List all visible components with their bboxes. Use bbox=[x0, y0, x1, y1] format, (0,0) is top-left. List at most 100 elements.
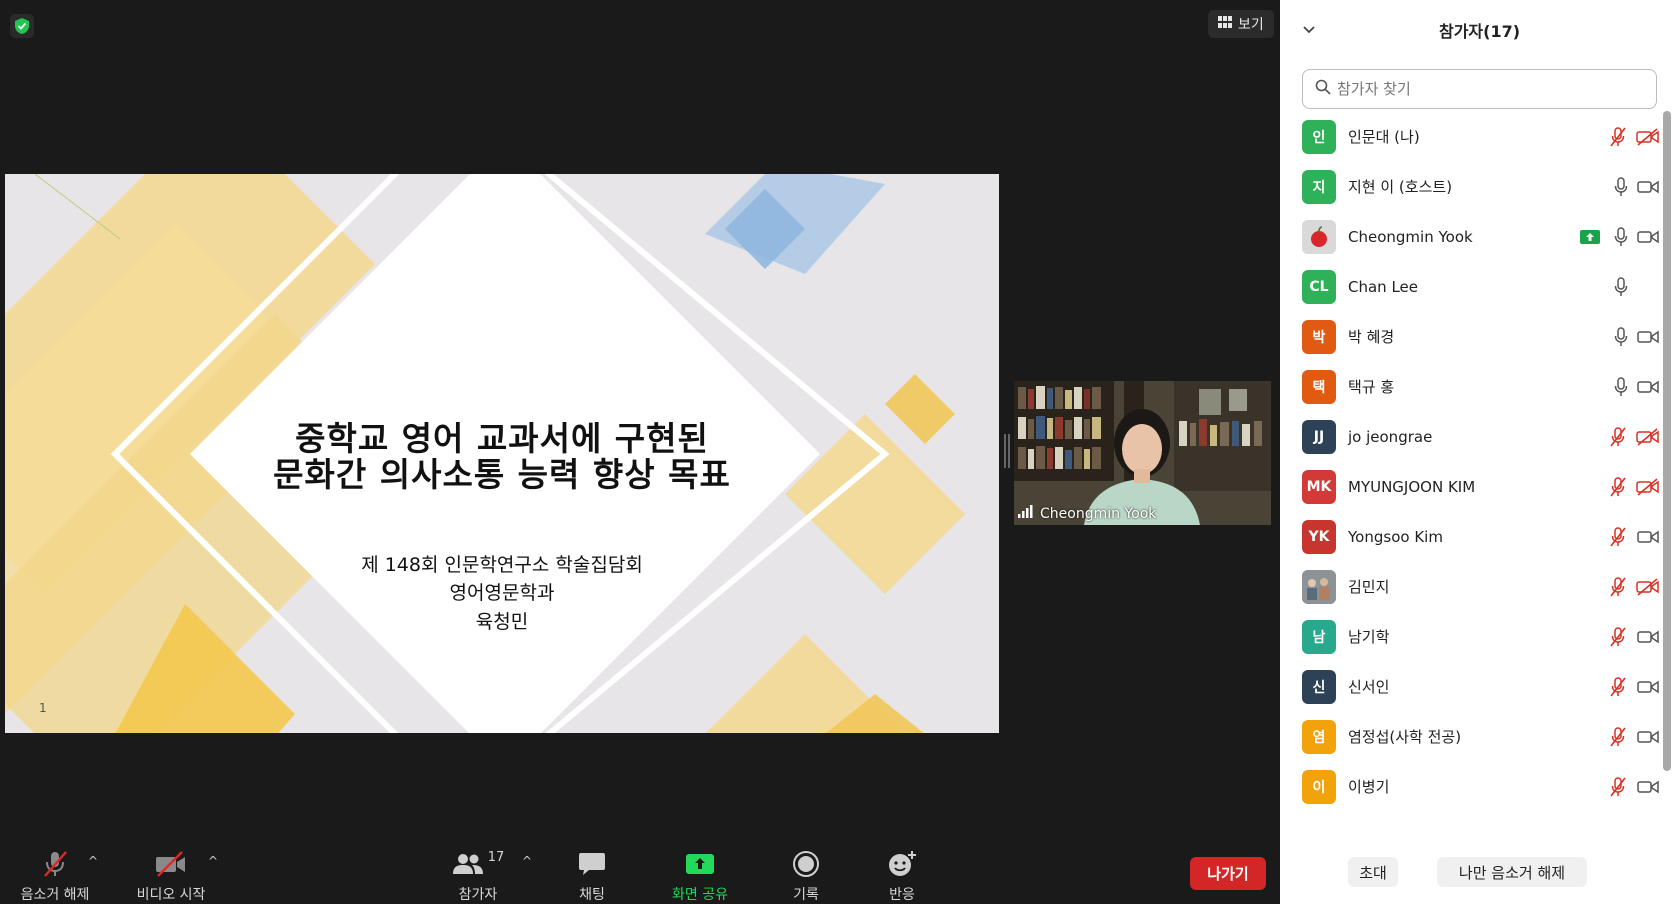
participant-list: 인 인문대 (나) 지 지현 이 (호스트) Cheongmin Yook CL Chan … bbox=[1280, 111, 1670, 835]
chat-button[interactable]: 채팅 bbox=[570, 836, 614, 904]
panel-title: 참가자(17) bbox=[1438, 22, 1521, 41]
participant-row[interactable]: 이 이병기 bbox=[1280, 761, 1670, 812]
participant-row[interactable]: 택 택규 홍 bbox=[1280, 361, 1670, 412]
camera-icon[interactable] bbox=[1636, 629, 1660, 645]
mic-icon[interactable] bbox=[1614, 326, 1628, 347]
mic-icon[interactable] bbox=[1614, 176, 1628, 197]
camera-off-icon[interactable] bbox=[1636, 477, 1660, 496]
participant-status-icons bbox=[1614, 176, 1660, 197]
mic-muted-icon[interactable] bbox=[1608, 626, 1628, 647]
camera-icon[interactable] bbox=[1636, 179, 1660, 195]
camera-icon[interactable] bbox=[1636, 329, 1660, 345]
participant-status-icons bbox=[1608, 626, 1660, 647]
camera-icon[interactable] bbox=[1636, 679, 1660, 695]
participant-search-input[interactable] bbox=[1337, 80, 1637, 98]
mic-muted-icon[interactable] bbox=[1608, 426, 1628, 447]
video-options-caret-icon[interactable]: ^ bbox=[208, 854, 218, 868]
participant-name: 염정섭(사학 전공) bbox=[1348, 728, 1462, 746]
reactions-button[interactable]: 반응 bbox=[880, 836, 924, 904]
avatar: YK bbox=[1302, 519, 1336, 554]
slide-page-number: 1 bbox=[39, 701, 47, 715]
avatar: 택 bbox=[1302, 369, 1336, 404]
camera-icon[interactable] bbox=[1636, 729, 1660, 745]
camera-icon[interactable] bbox=[1636, 529, 1660, 545]
start-video-label: 비디오 시작 bbox=[136, 887, 206, 903]
mic-icon[interactable] bbox=[1614, 226, 1628, 247]
participant-row[interactable]: YK Yongsoo Kim bbox=[1280, 511, 1670, 562]
participant-row[interactable]: 지 지현 이 (호스트) bbox=[1280, 161, 1670, 212]
mic-muted-icon[interactable] bbox=[1608, 526, 1628, 547]
security-shield-icon[interactable] bbox=[10, 14, 34, 38]
muted-mic-icon bbox=[40, 848, 70, 880]
start-video-button[interactable]: 비디오 시작 bbox=[126, 836, 216, 904]
participant-row[interactable]: 남 남기학 bbox=[1280, 611, 1670, 662]
participant-row[interactable]: 신 신서인 bbox=[1280, 661, 1670, 712]
participant-name: 박 혜경 bbox=[1348, 328, 1395, 346]
participant-row[interactable]: Cheongmin Yook bbox=[1280, 211, 1670, 262]
participants-options-caret-icon[interactable]: ^ bbox=[522, 854, 532, 868]
unmute-label: 음소거 해제 bbox=[20, 887, 90, 903]
camera-icon[interactable] bbox=[1636, 379, 1660, 395]
zoom-window: 보기 중학교 영어 교과서에 구현된 문화간 의사소통 능력 향상 목표 제 1… bbox=[0, 0, 1679, 904]
share-screen-button[interactable]: 화면 공유 bbox=[664, 836, 736, 904]
participant-status-icons bbox=[1608, 426, 1660, 447]
unmute-me-button[interactable]: 나만 음소거 해제 bbox=[1437, 857, 1587, 887]
audio-options-caret-icon[interactable]: ^ bbox=[88, 854, 98, 868]
participant-row[interactable]: 김민지 bbox=[1280, 561, 1670, 612]
chat-icon bbox=[578, 848, 606, 880]
mic-muted-icon[interactable] bbox=[1608, 476, 1628, 497]
participant-list-scrollbar[interactable] bbox=[1663, 111, 1671, 771]
presenter-video[interactable]: Cheongmin Yook bbox=[1014, 381, 1271, 525]
video-participant-name: Cheongmin Yook bbox=[1040, 505, 1157, 522]
participant-status-icons bbox=[1608, 776, 1660, 797]
meeting-toolbar: 음소거 해제 ^ 비디오 시작 ^ 17 참가자 ^ 채팅 화면 공유 기록 반… bbox=[0, 836, 1280, 904]
participant-row[interactable]: 박 박 혜경 bbox=[1280, 311, 1670, 362]
participant-row[interactable]: 염 염정섭(사학 전공) bbox=[1280, 711, 1670, 762]
camera-icon[interactable] bbox=[1636, 779, 1660, 795]
avatar: 박 bbox=[1302, 319, 1336, 354]
participants-button[interactable]: 17 참가자 bbox=[446, 836, 510, 904]
participants-panel: 참가자(17) 인 인문대 (나) 지 지현 이 (호스트) Cheongmin Yoo… bbox=[1280, 0, 1679, 904]
camera-off-icon[interactable] bbox=[1636, 427, 1660, 446]
avatar-photo-icon bbox=[1302, 219, 1336, 254]
participant-name: 이병기 bbox=[1348, 778, 1390, 796]
mic-muted-icon[interactable] bbox=[1608, 676, 1628, 697]
participant-row[interactable]: CL Chan Lee bbox=[1280, 261, 1670, 312]
camera-icon[interactable] bbox=[1636, 229, 1660, 245]
mic-icon[interactable] bbox=[1614, 376, 1628, 397]
participant-row[interactable]: MK MYUNGJOON KIM bbox=[1280, 461, 1670, 512]
video-name-label: Cheongmin Yook bbox=[1018, 505, 1156, 522]
participant-row[interactable]: JJ jo jeongrae bbox=[1280, 411, 1670, 462]
record-button[interactable]: 기록 bbox=[784, 836, 828, 904]
participant-row[interactable]: 인 인문대 (나) bbox=[1280, 111, 1670, 162]
record-label: 기록 bbox=[793, 887, 819, 903]
video-drag-handle[interactable] bbox=[1004, 434, 1010, 468]
view-button[interactable]: 보기 bbox=[1208, 10, 1274, 38]
participant-status-icons bbox=[1608, 476, 1660, 497]
reactions-label: 반응 bbox=[889, 887, 915, 903]
participants-label: 참가자 bbox=[458, 887, 498, 903]
participant-name: Yongsoo Kim bbox=[1348, 527, 1443, 546]
camera-off-icon[interactable] bbox=[1636, 127, 1660, 146]
screen-sharing-icon bbox=[1580, 229, 1600, 244]
avatar: 이 bbox=[1302, 769, 1336, 804]
avatar: CL bbox=[1302, 269, 1336, 304]
mic-muted-icon[interactable] bbox=[1608, 126, 1628, 147]
camera-off-icon[interactable] bbox=[1636, 577, 1660, 596]
mic-muted-icon[interactable] bbox=[1608, 576, 1628, 597]
leave-button[interactable]: 나가기 bbox=[1190, 857, 1266, 890]
participant-search-box[interactable] bbox=[1302, 69, 1657, 109]
avatar: MK bbox=[1302, 469, 1336, 504]
participant-status-icons bbox=[1614, 326, 1660, 347]
invite-button[interactable]: 초대 bbox=[1348, 857, 1398, 887]
unmute-button[interactable]: 음소거 해제 bbox=[12, 836, 98, 904]
scrollbar-thumb[interactable] bbox=[1663, 111, 1671, 771]
participant-status-icons bbox=[1608, 126, 1660, 147]
participant-name: 인문대 (나) bbox=[1348, 128, 1420, 146]
shared-slide: 중학교 영어 교과서에 구현된 문화간 의사소통 능력 향상 목표 제 148회… bbox=[5, 174, 999, 733]
mic-muted-icon[interactable] bbox=[1608, 726, 1628, 747]
participant-status-icons bbox=[1614, 276, 1660, 297]
mic-muted-icon[interactable] bbox=[1608, 776, 1628, 797]
mic-icon[interactable] bbox=[1614, 276, 1628, 297]
participant-name: jo jeongrae bbox=[1348, 427, 1433, 446]
